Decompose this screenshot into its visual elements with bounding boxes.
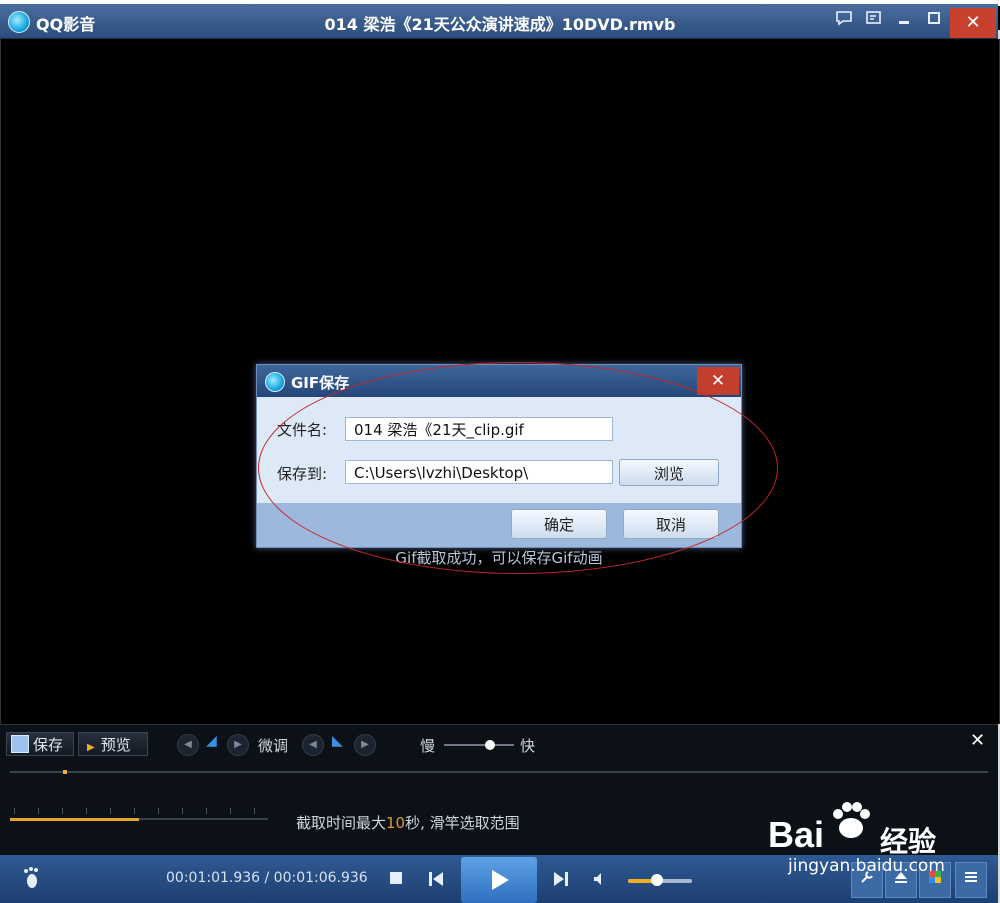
floppy-disk-icon xyxy=(11,735,29,753)
cancel-button[interactable]: 取消 xyxy=(623,509,719,539)
fast-label: 快 xyxy=(520,737,536,755)
gif-save-button[interactable]: 保存 xyxy=(6,732,74,756)
range-tick xyxy=(110,808,111,814)
play-button[interactable] xyxy=(461,857,537,903)
range-tick xyxy=(230,808,231,814)
gif-success-message: Gif截取成功，可以保存Gif动画 xyxy=(395,549,603,567)
gif-preview-label: 预览 xyxy=(100,736,131,754)
menu-list-icon[interactable] xyxy=(955,862,987,898)
jingyan-watermark-text: 经验 xyxy=(880,825,937,858)
range-slider-fill[interactable] xyxy=(10,818,139,821)
capture-hint-before: 截取时间最大 xyxy=(296,814,387,832)
stop-icon[interactable] xyxy=(388,870,404,891)
dialog-footer: 确定 取消 xyxy=(257,503,741,547)
range-tick xyxy=(38,808,39,814)
next-icon[interactable] xyxy=(552,870,570,893)
footprint-icon[interactable] xyxy=(22,866,42,895)
time-display: 00:01:01.936 / 00:01:06.936 xyxy=(166,870,368,886)
play-triangle-icon: ▶ xyxy=(87,742,95,753)
title-bar[interactable]: QQ影音 014 梁浩《21天公众演讲速成》10DVD.rmvb ✕ xyxy=(0,4,998,39)
end-marker-icon: ◣ xyxy=(332,733,343,749)
volume-slider-knob[interactable] xyxy=(650,874,663,886)
speed-slider-track[interactable] xyxy=(444,744,514,746)
baidu-watermark-text: Bai xyxy=(768,814,825,855)
previous-icon[interactable] xyxy=(427,870,445,893)
gif-save-dialog: GIF保存 ✕ 文件名: 014 梁浩《21天_clip.gif 保存到: C:… xyxy=(256,364,742,548)
close-icon[interactable]: ✕ xyxy=(950,8,996,38)
window-title: 014 梁浩《21天公众演讲速成》10DVD.rmvb xyxy=(324,15,676,34)
start-right-arrow-icon[interactable]: ▶ xyxy=(227,734,249,756)
slow-label: 慢 xyxy=(420,737,436,755)
start-left-arrow-icon[interactable]: ◀ xyxy=(177,734,199,756)
maximize-icon[interactable] xyxy=(922,10,946,32)
range-tick xyxy=(62,808,63,814)
range-tick xyxy=(206,808,207,814)
range-tick xyxy=(86,808,87,814)
filename-label: 文件名: xyxy=(277,421,328,439)
range-tick xyxy=(254,808,255,814)
end-right-arrow-icon[interactable]: ▶ xyxy=(354,734,376,756)
qq-player-logo-icon xyxy=(265,372,285,392)
dialog-close-button[interactable]: ✕ xyxy=(697,367,739,395)
gif-panel-close-icon[interactable]: ✕ xyxy=(970,730,985,751)
app-name: QQ影音 xyxy=(36,15,96,34)
filename-field[interactable]: 014 梁浩《21天_clip.gif xyxy=(345,417,613,441)
capture-hint: 截取时间最大10秒, 滑竿选取范围 xyxy=(296,812,520,833)
range-tick xyxy=(158,808,159,814)
browse-button[interactable]: 浏览 xyxy=(619,459,719,486)
end-left-arrow-icon[interactable]: ◀ xyxy=(302,734,324,756)
playlist-icon[interactable] xyxy=(862,10,886,32)
saveto-field[interactable]: C:\Users\lvzhi\Desktop\ xyxy=(345,460,613,484)
gif-timeline[interactable] xyxy=(10,771,988,773)
qq-player-logo-icon xyxy=(8,11,30,33)
timeline-position-marker xyxy=(63,770,67,774)
gif-save-label: 保存 xyxy=(33,736,64,754)
range-tick xyxy=(14,808,15,814)
finetune-label: 微调 xyxy=(258,737,289,755)
speaker-icon[interactable] xyxy=(592,871,608,892)
minimize-icon[interactable] xyxy=(892,10,916,32)
range-tick xyxy=(182,808,183,814)
range-tick xyxy=(134,808,135,814)
capture-hint-after: 秒, 滑竿选取范围 xyxy=(405,814,520,832)
dialog-title: GIF保存 xyxy=(291,374,350,392)
ok-button[interactable]: 确定 xyxy=(511,509,607,539)
start-marker-icon: ◢ xyxy=(206,733,217,749)
dialog-title-bar[interactable]: GIF保存 ✕ xyxy=(257,365,741,397)
saveto-label: 保存到: xyxy=(277,465,328,483)
speed-slider-knob[interactable] xyxy=(484,740,495,750)
watermark-url: jingyan.baidu.com xyxy=(788,856,945,876)
gif-preview-button[interactable]: ▶ 预览 xyxy=(78,732,148,756)
dialog-body: 文件名: 014 梁浩《21天_clip.gif 保存到: C:\Users\l… xyxy=(257,397,741,503)
capture-hint-number: 10 xyxy=(386,814,406,832)
baidu-paw-logo xyxy=(828,800,874,840)
speech-bubble-icon[interactable] xyxy=(832,10,856,32)
